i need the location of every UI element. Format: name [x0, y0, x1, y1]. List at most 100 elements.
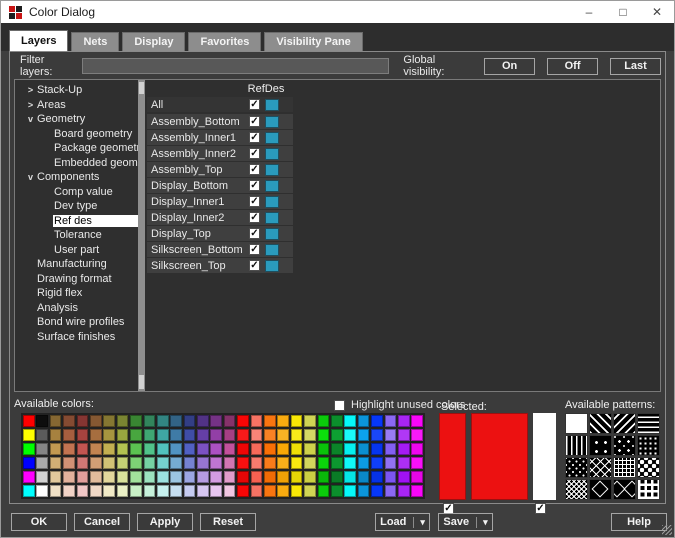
color-swatch[interactable]	[371, 457, 383, 469]
color-swatch[interactable]	[264, 457, 276, 469]
color-swatch[interactable]	[63, 443, 75, 455]
pattern-swatch-diamond-dots[interactable]	[565, 457, 588, 478]
color-swatch[interactable]	[385, 443, 397, 455]
color-swatch[interactable]	[277, 485, 289, 497]
color-swatch[interactable]	[385, 457, 397, 469]
tree-item-dev-type[interactable]: Dev type	[15, 199, 138, 214]
color-swatch[interactable]	[304, 443, 316, 455]
layer-row-assembly-bottom[interactable]: Assembly_Bottom✓	[147, 114, 293, 129]
color-swatch[interactable]	[103, 443, 115, 455]
color-swatch[interactable]	[157, 443, 169, 455]
color-swatch[interactable]	[331, 415, 343, 427]
refdes-visibility-checkbox[interactable]: ✓	[249, 260, 260, 271]
color-swatch[interactable]	[291, 471, 303, 483]
color-swatch[interactable]	[224, 471, 236, 483]
pattern-swatch-diamond-outline[interactable]	[589, 479, 612, 500]
color-swatch[interactable]	[411, 471, 423, 483]
color-swatch[interactable]	[36, 485, 48, 497]
color-swatch[interactable]	[144, 485, 156, 497]
color-swatch[interactable]	[36, 471, 48, 483]
highlight-unused-checkbox[interactable]	[334, 400, 345, 411]
pattern-swatch-dots-sparse[interactable]	[589, 435, 612, 456]
layer-row-assembly-inner1[interactable]: Assembly_Inner1✓	[147, 130, 293, 145]
color-swatch[interactable]	[264, 443, 276, 455]
color-swatch[interactable]	[411, 443, 423, 455]
tree-item-surface-finishes[interactable]: Surface finishes	[15, 330, 138, 345]
color-swatch[interactable]	[277, 429, 289, 441]
color-swatch[interactable]	[77, 429, 89, 441]
color-swatch[interactable]	[90, 471, 102, 483]
layer-row-assembly-top[interactable]: Assembly_Top✓	[147, 162, 293, 177]
refdes-visibility-checkbox[interactable]: ✓	[249, 99, 260, 110]
color-swatch[interactable]	[371, 443, 383, 455]
color-swatch[interactable]	[344, 457, 356, 469]
tree-expanded-icon[interactable]: v	[25, 172, 36, 182]
color-swatch[interactable]	[358, 443, 370, 455]
minimize-button[interactable]: –	[572, 1, 606, 23]
color-swatch[interactable]	[318, 485, 330, 497]
refdes-visibility-checkbox[interactable]: ✓	[249, 164, 260, 175]
pattern-swatch-solid[interactable]	[565, 413, 588, 434]
save-button[interactable]: Save ▾	[438, 513, 493, 531]
color-swatch[interactable]	[358, 429, 370, 441]
tab-favorites[interactable]: Favorites	[188, 32, 261, 51]
refdes-visibility-checkbox[interactable]: ✓	[249, 228, 260, 239]
tree-item-drawing-format[interactable]: Drawing format	[15, 272, 138, 287]
color-swatch[interactable]	[251, 471, 263, 483]
color-swatch[interactable]	[197, 443, 209, 455]
color-swatch[interactable]	[304, 415, 316, 427]
refdes-color-swatch[interactable]	[265, 99, 279, 111]
color-swatch[interactable]	[197, 415, 209, 427]
color-swatch[interactable]	[210, 415, 222, 427]
color-swatch[interactable]	[184, 429, 196, 441]
color-swatch[interactable]	[291, 443, 303, 455]
color-swatch[interactable]	[170, 457, 182, 469]
pattern-swatch-diagonal-back[interactable]	[589, 413, 612, 434]
color-swatch[interactable]	[358, 471, 370, 483]
color-swatch[interactable]	[398, 429, 410, 441]
selected-pattern-visibility-checkbox[interactable]: ✓	[535, 503, 546, 514]
color-swatch[interactable]	[197, 429, 209, 441]
color-swatch[interactable]	[251, 443, 263, 455]
color-swatch[interactable]	[23, 485, 35, 497]
refdes-color-swatch[interactable]	[265, 116, 279, 128]
color-swatch[interactable]	[63, 485, 75, 497]
color-swatch[interactable]	[237, 429, 249, 441]
color-swatch[interactable]	[237, 457, 249, 469]
pattern-swatch-diagonal-lattice[interactable]	[589, 457, 612, 478]
color-swatch[interactable]	[304, 457, 316, 469]
color-swatch[interactable]	[197, 485, 209, 497]
color-swatch[interactable]	[197, 471, 209, 483]
load-button[interactable]: Load ▾	[375, 513, 430, 531]
color-swatch[interactable]	[77, 471, 89, 483]
color-swatch[interactable]	[77, 485, 89, 497]
color-swatch[interactable]	[103, 429, 115, 441]
color-swatch[interactable]	[63, 429, 75, 441]
refdes-visibility-checkbox[interactable]: ✓	[249, 212, 260, 223]
color-swatch[interactable]	[144, 457, 156, 469]
color-swatch[interactable]	[157, 429, 169, 441]
color-swatch[interactable]	[184, 485, 196, 497]
color-swatch[interactable]	[398, 443, 410, 455]
color-swatch[interactable]	[63, 471, 75, 483]
color-swatch[interactable]	[130, 429, 142, 441]
color-swatch[interactable]	[237, 443, 249, 455]
tree-item-areas[interactable]: >Areas	[15, 98, 138, 113]
color-swatch[interactable]	[318, 415, 330, 427]
refdes-visibility-checkbox[interactable]: ✓	[249, 132, 260, 143]
color-swatch[interactable]	[264, 485, 276, 497]
pattern-swatch-horizontal-lines[interactable]	[637, 413, 660, 434]
color-swatch[interactable]	[304, 485, 316, 497]
color-swatch[interactable]	[318, 443, 330, 455]
tree-item-rigid-flex[interactable]: Rigid flex	[15, 286, 138, 301]
apply-button[interactable]: Apply	[137, 513, 193, 531]
color-swatch[interactable]	[23, 443, 35, 455]
tree-item-geometry[interactable]: vGeometry	[15, 112, 138, 127]
tree-expanded-icon[interactable]: v	[25, 114, 36, 124]
color-swatch[interactable]	[103, 415, 115, 427]
ok-button[interactable]: OK	[11, 513, 67, 531]
color-swatch[interactable]	[170, 429, 182, 441]
pattern-swatch-vertical-lines[interactable]	[565, 435, 588, 456]
color-swatch[interactable]	[331, 429, 343, 441]
color-swatch[interactable]	[184, 443, 196, 455]
